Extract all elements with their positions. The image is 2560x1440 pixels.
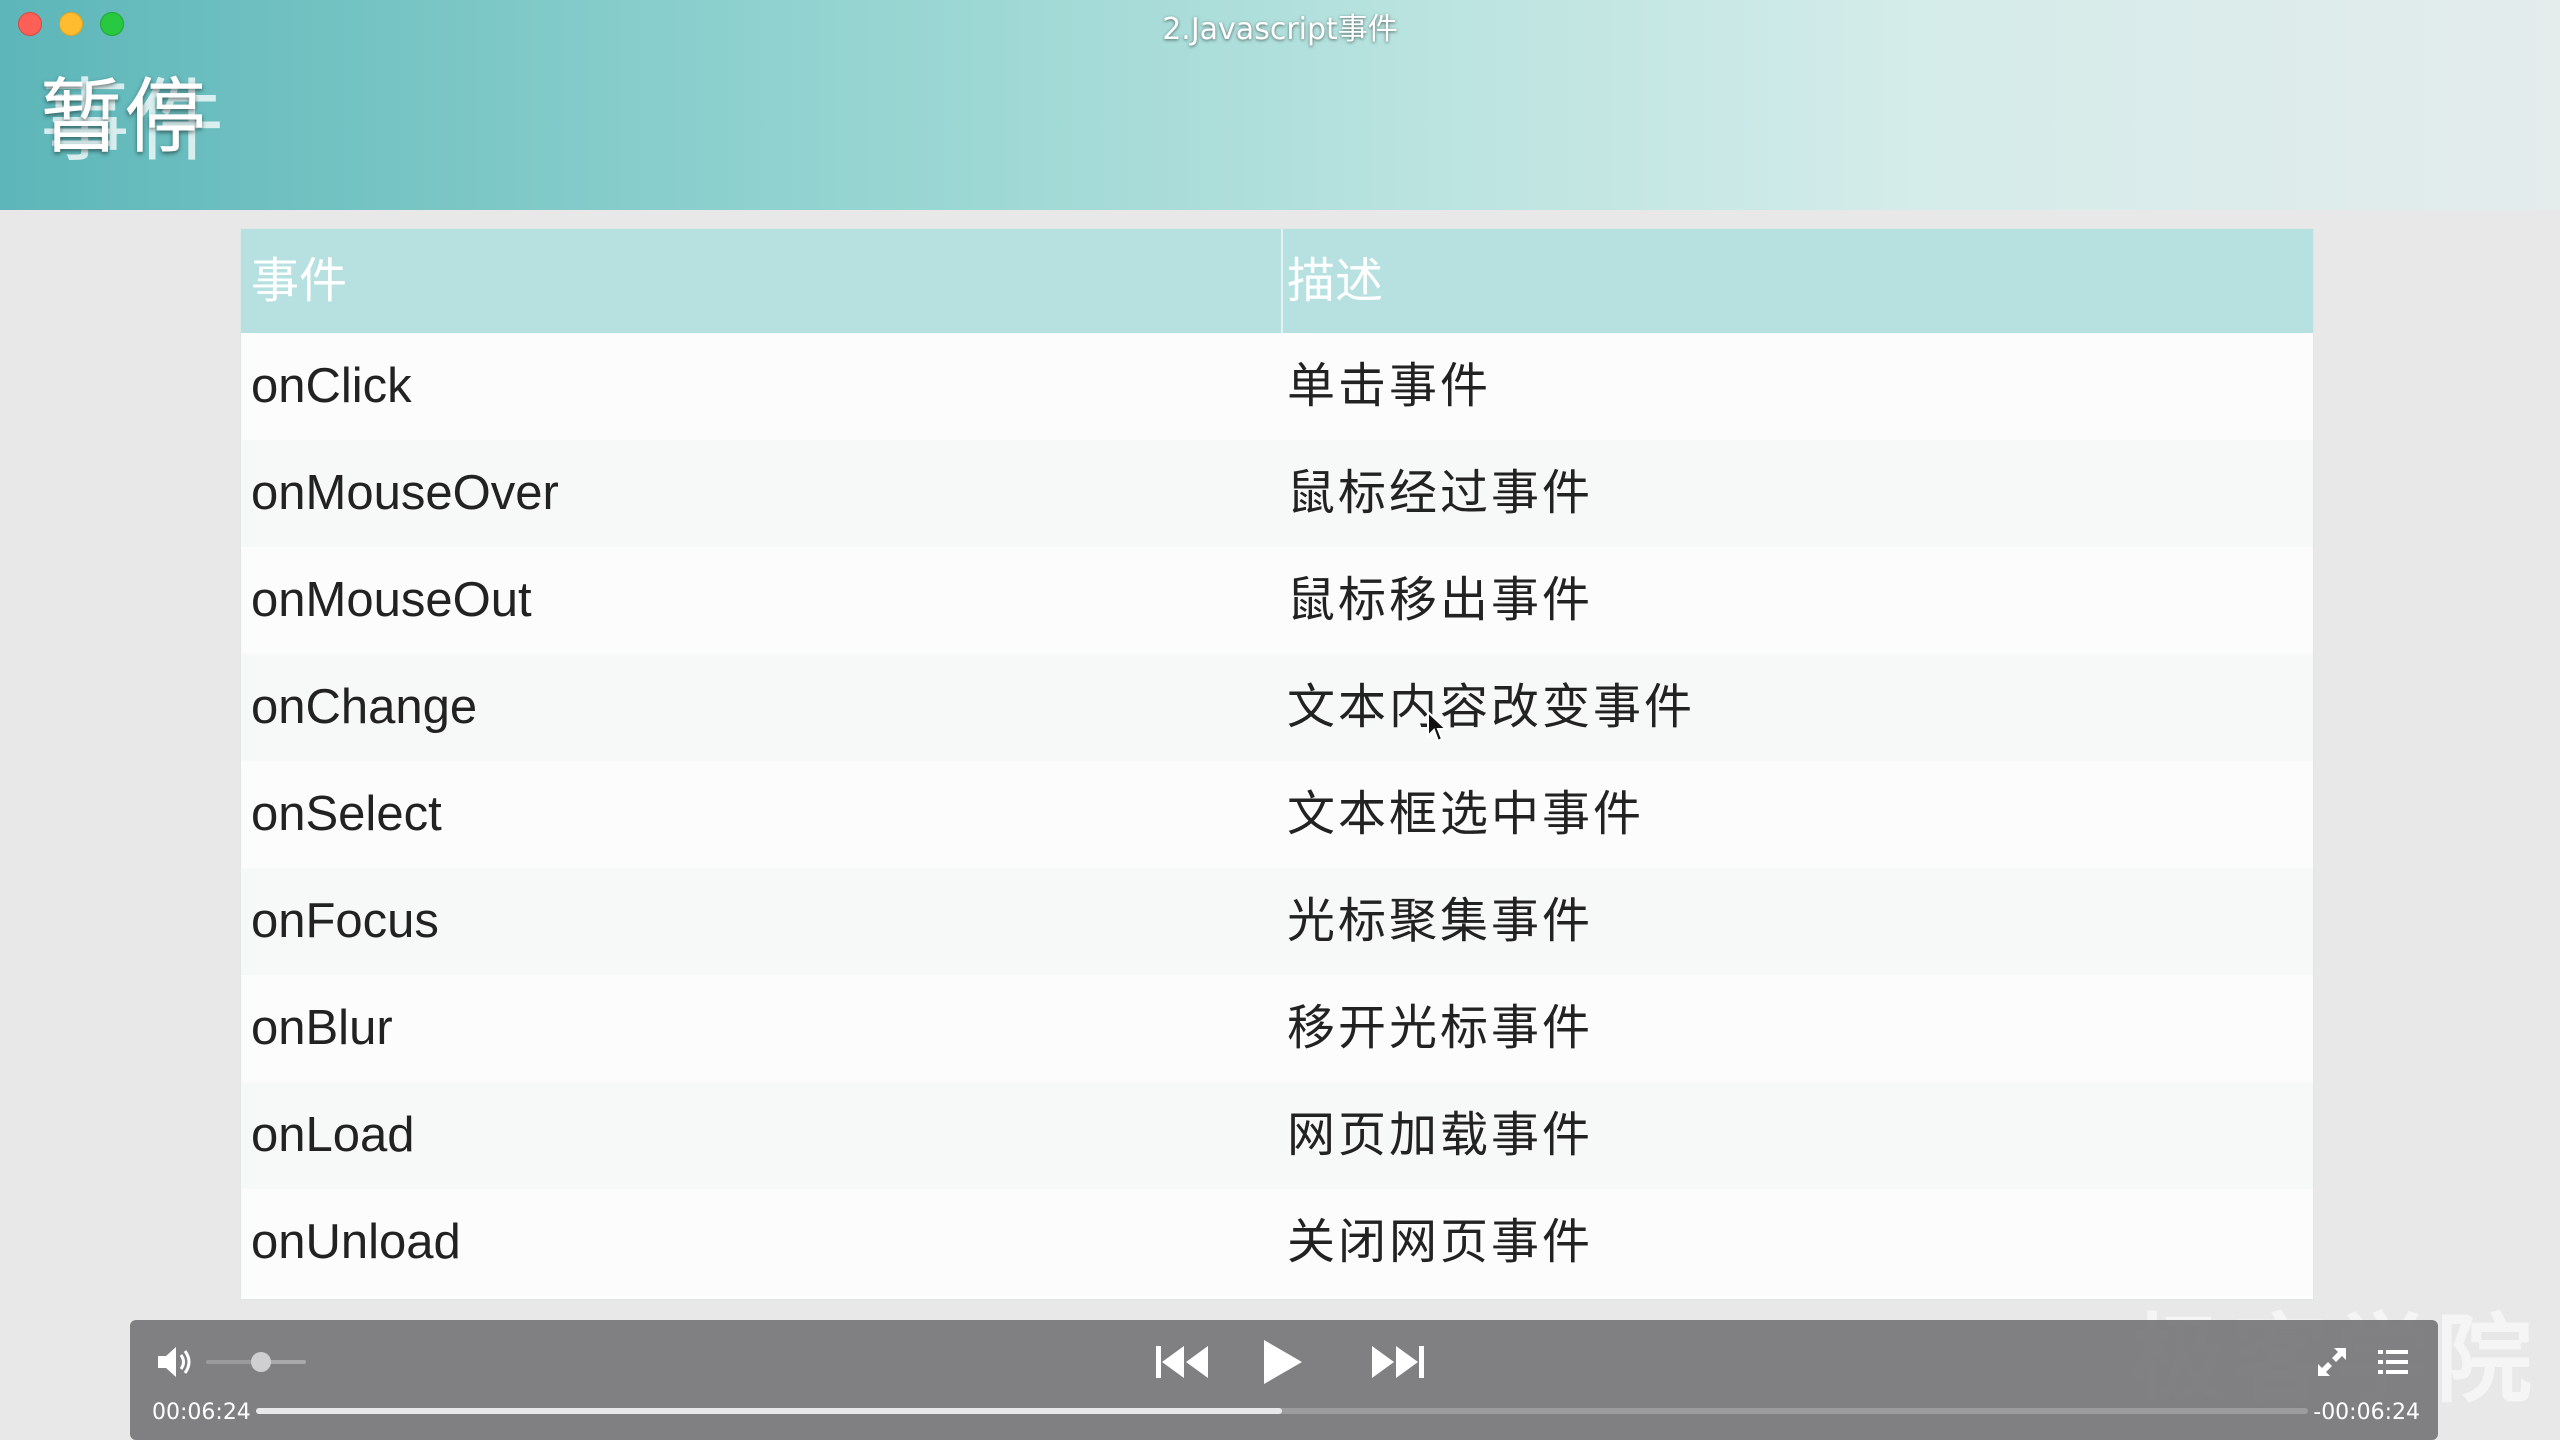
event-name-cell: onFocus xyxy=(251,894,439,948)
header-cell-description: 描述 xyxy=(1287,253,1384,309)
table-row: onClick 单击事件 xyxy=(241,333,2313,440)
current-time: 00:06:24 xyxy=(152,1400,251,1425)
player-window: 2.Javascript事件 事件 暂停 事件 描述 onClick 单击事件 on… xyxy=(0,0,2560,1440)
table-row: onUnload 关闭网页事件 xyxy=(241,1189,2313,1296)
remaining-time: -00:06:24 xyxy=(2313,1400,2420,1425)
event-description-cell: 文本框选中事件 xyxy=(1287,786,1645,842)
player-controls: 00:06:24 -00:06:24 xyxy=(130,1320,2438,1440)
event-description-cell: 光标聚集事件 xyxy=(1287,893,1594,949)
event-name-cell: onMouseOut xyxy=(251,573,532,627)
play-button[interactable] xyxy=(1252,1334,1312,1390)
event-name-cell: onBlur xyxy=(251,1001,393,1055)
speaker-icon[interactable] xyxy=(154,1342,198,1382)
mouse-cursor-icon xyxy=(1427,710,1448,743)
event-description-cell: 关闭网页事件 xyxy=(1287,1214,1594,1270)
skip-forward-icon xyxy=(1372,1346,1424,1378)
next-button[interactable] xyxy=(1366,1334,1430,1390)
table-row: onBlur 移开光标事件 xyxy=(241,975,2313,1082)
event-name-cell: onSelect xyxy=(251,787,442,841)
window-title: 2.Javascript事件 xyxy=(1162,12,1398,47)
table-header: 事件 描述 xyxy=(241,229,2313,335)
event-name-cell: onLoad xyxy=(251,1108,415,1162)
progress-fill xyxy=(256,1408,1282,1414)
event-description-cell: 文本内容改变事件 xyxy=(1287,679,1696,735)
playlist-icon xyxy=(2378,1350,2408,1374)
event-name-cell: onChange xyxy=(251,680,478,734)
fullscreen-button[interactable] xyxy=(2312,1334,2352,1390)
table-row: onMouseOut 鼠标移出事件 xyxy=(241,547,2313,654)
volume-knob[interactable] xyxy=(251,1352,271,1372)
event-name-cell: onUnload xyxy=(251,1215,461,1269)
event-description-cell: 鼠标经过事件 xyxy=(1287,465,1594,521)
skip-back-icon xyxy=(1156,1346,1208,1378)
pause-indicator: 暂停 xyxy=(40,70,209,165)
fullscreen-icon xyxy=(2318,1348,2346,1376)
table-row: onSelect 文本框选中事件 xyxy=(241,761,2313,868)
table-row: onMouseOver 鼠标经过事件 xyxy=(241,440,2313,547)
previous-button[interactable] xyxy=(1150,1334,1214,1390)
playlist-button[interactable] xyxy=(2373,1334,2413,1390)
play-icon xyxy=(1264,1340,1302,1384)
events-table: 事件 描述 onClick 单击事件 onMouseOver 鼠标经过事件 onMous… xyxy=(240,228,2314,1300)
table-row: onChange 文本内容改变事件 xyxy=(241,654,2313,761)
event-description-cell: 网页加载事件 xyxy=(1287,1107,1594,1163)
table-row: onLoad 网页加载事件 xyxy=(241,1082,2313,1189)
event-name-cell: onClick xyxy=(251,359,412,413)
event-description-cell: 移开光标事件 xyxy=(1287,1000,1594,1056)
event-name-cell: onMouseOver xyxy=(251,466,559,520)
table-row: onFocus 光标聚集事件 xyxy=(241,868,2313,975)
header-cell-event: 事件 xyxy=(241,229,1283,333)
event-description-cell: 单击事件 xyxy=(1287,358,1492,414)
event-description-cell: 鼠标移出事件 xyxy=(1287,572,1594,628)
progress-bar[interactable] xyxy=(256,1408,2308,1414)
